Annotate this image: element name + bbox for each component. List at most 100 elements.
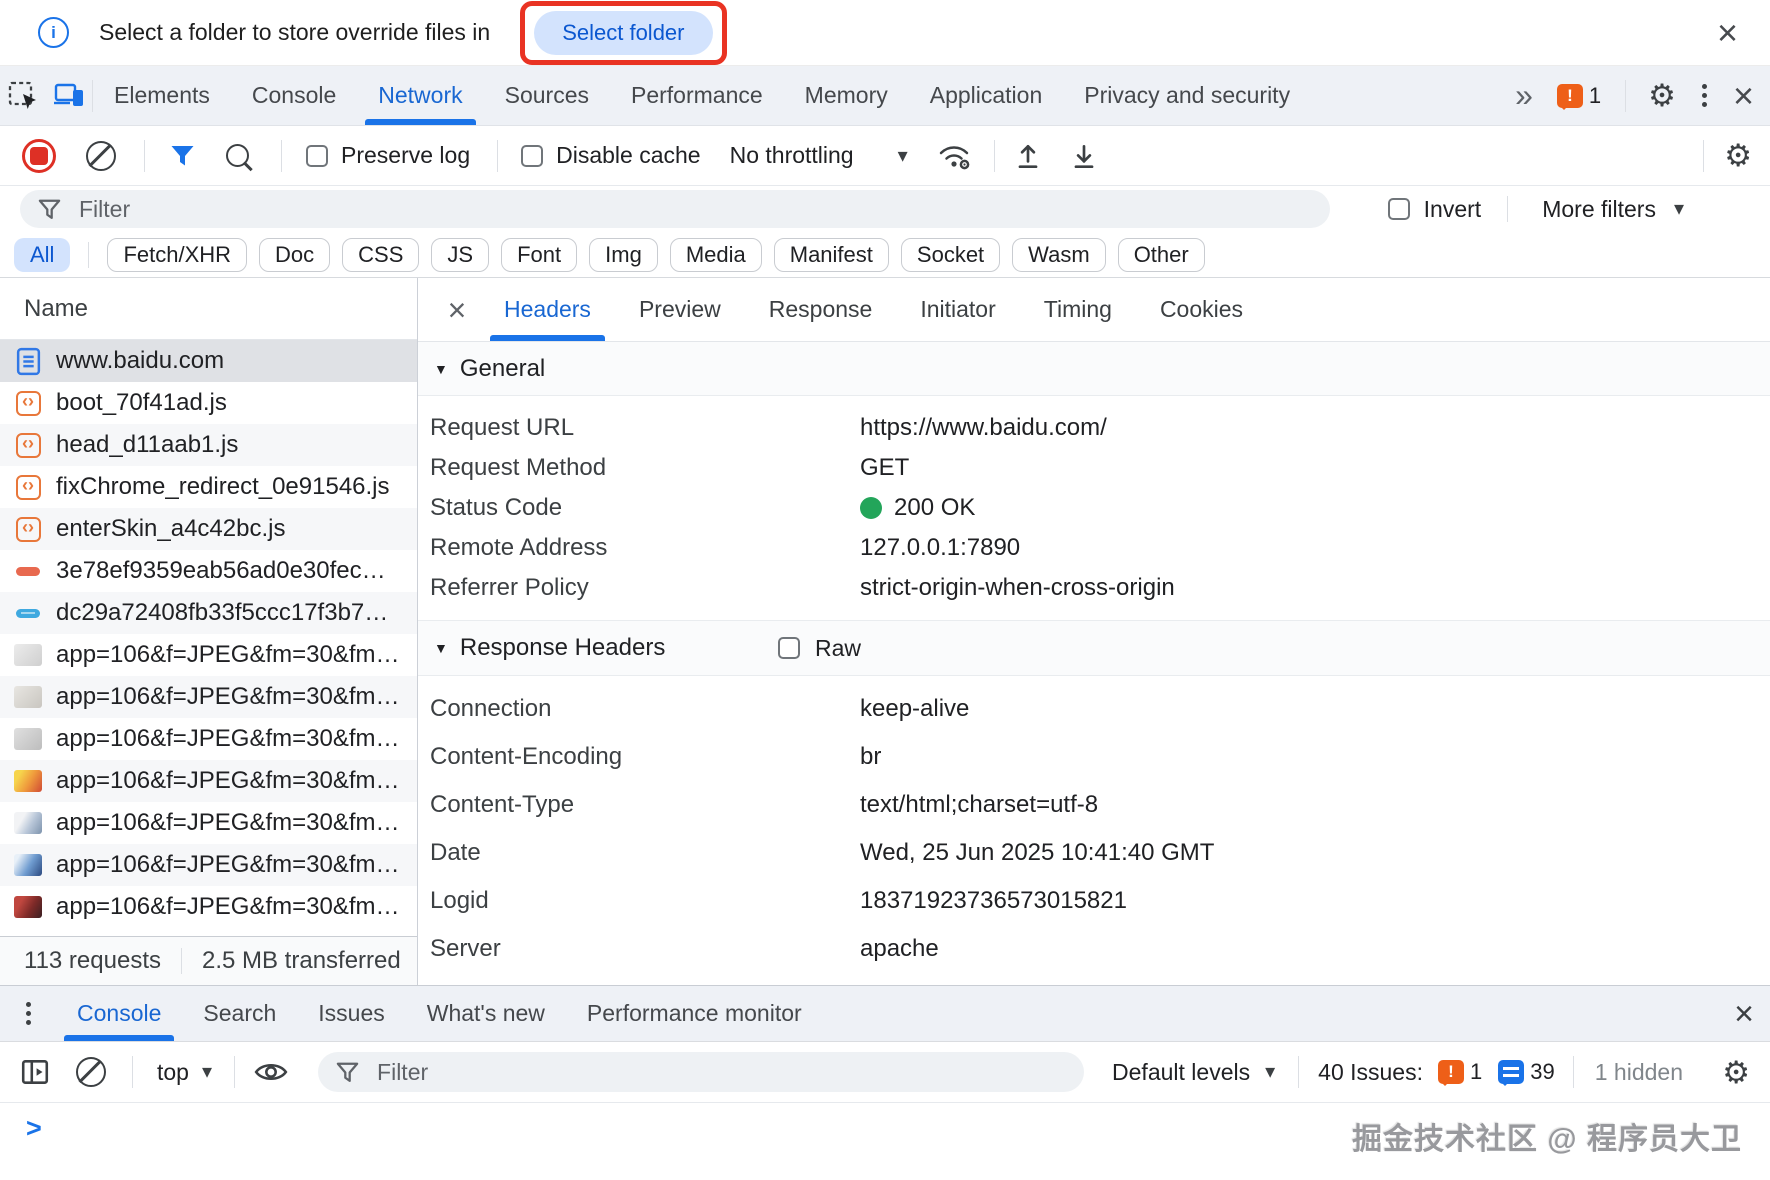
more-filters-caret-icon[interactable]	[1674, 199, 1684, 219]
clear-icon[interactable]	[86, 141, 116, 171]
tab-application[interactable]: Application	[909, 66, 1064, 125]
header-row: Request URL https://www.baidu.com/	[418, 408, 1770, 448]
console-sidebar-icon[interactable]	[20, 1057, 50, 1087]
live-expression-eye-icon[interactable]	[254, 1060, 288, 1084]
table-row[interactable]: app=106&f=JPEG&fm=30&fm…	[0, 886, 417, 928]
console-filter-field[interactable]	[318, 1052, 1084, 1092]
tab-network[interactable]: Network	[357, 66, 483, 125]
table-row[interactable]: boot_70f41ad.js	[0, 382, 417, 424]
throttling-caret-icon[interactable]	[898, 146, 908, 166]
console-settings-gear-icon[interactable]	[1722, 1057, 1750, 1088]
context-selector[interactable]: top	[157, 1059, 189, 1086]
kebab-menu-icon[interactable]	[1702, 93, 1707, 98]
table-row[interactable]: 3e78ef9359eab56ad0e30fec…	[0, 550, 417, 592]
preserve-log-checkbox[interactable]	[306, 145, 328, 167]
tab-response[interactable]: Response	[745, 278, 897, 341]
device-toolbar-icon[interactable]	[46, 66, 92, 125]
issues-message-icon[interactable]	[1498, 1060, 1524, 1084]
issues-warning-icon[interactable]	[1438, 1060, 1464, 1084]
tab-memory[interactable]: Memory	[784, 66, 909, 125]
issues-badge-count[interactable]: 1	[1589, 83, 1601, 109]
inspect-element-icon[interactable]	[0, 66, 46, 125]
table-row[interactable]: head_d11aab1.js	[0, 424, 417, 466]
table-row[interactable]: app=106&f=JPEG&fm=30&fm…	[0, 676, 417, 718]
default-levels-select[interactable]: Default levels	[1112, 1059, 1250, 1086]
tab-timing[interactable]: Timing	[1020, 278, 1136, 341]
chip-fetch-xhr[interactable]: Fetch/XHR	[107, 238, 247, 272]
chip-doc[interactable]: Doc	[259, 238, 330, 272]
network-settings-gear-icon[interactable]	[1724, 140, 1752, 171]
chip-css[interactable]: CSS	[342, 238, 419, 272]
table-row[interactable]: app=106&f=JPEG&fm=30&fm…	[0, 760, 417, 802]
general-section-header[interactable]: General	[418, 342, 1770, 396]
context-caret-icon[interactable]	[202, 1062, 212, 1082]
infobar-close-icon[interactable]	[1717, 15, 1738, 51]
table-row[interactable]: app=106&f=JPEG&fm=30&fm…	[0, 718, 417, 760]
media-file-icon	[14, 609, 42, 618]
header-value: https://www.baidu.com/	[860, 414, 1107, 442]
issues-label[interactable]: 40 Issues:	[1318, 1059, 1423, 1086]
clear-console-icon[interactable]	[76, 1057, 106, 1087]
network-toolbar: Preserve log Disable cache No throttling	[0, 126, 1770, 186]
drawer-tab-issues[interactable]: Issues	[297, 986, 405, 1041]
record-icon[interactable]	[22, 139, 56, 173]
issues-error-count[interactable]: 1	[1470, 1059, 1482, 1085]
disable-cache-checkbox[interactable]	[521, 145, 543, 167]
table-row[interactable]: app=106&f=JPEG&fm=30&fm…	[0, 844, 417, 886]
tab-preview[interactable]: Preview	[615, 278, 745, 341]
more-filters-button[interactable]: More filters	[1542, 196, 1656, 223]
detail-close-icon[interactable]	[434, 294, 480, 326]
table-row[interactable]: dc29a72408fb33f5ccc17f3b7…	[0, 592, 417, 634]
network-filter-input[interactable]	[77, 195, 501, 224]
chip-font[interactable]: Font	[501, 238, 577, 272]
tab-performance[interactable]: Performance	[610, 66, 784, 125]
tab-elements[interactable]: Elements	[93, 66, 231, 125]
tab-console[interactable]: Console	[231, 66, 357, 125]
drawer-kebab-menu-icon[interactable]	[0, 986, 56, 1041]
console-filter-input[interactable]	[375, 1058, 939, 1087]
chip-media[interactable]: Media	[670, 238, 762, 272]
raw-checkbox[interactable]	[778, 637, 800, 659]
chip-wasm[interactable]: Wasm	[1012, 238, 1106, 272]
header-row: Server apache	[418, 925, 1770, 973]
drawer-tab-console[interactable]: Console	[56, 986, 182, 1041]
import-har-icon[interactable]	[1013, 141, 1043, 171]
tab-privacy-security[interactable]: Privacy and security	[1063, 66, 1311, 125]
drawer-tab-whats-new[interactable]: What's new	[406, 986, 566, 1041]
network-filter-field[interactable]	[20, 190, 1330, 228]
tab-sources[interactable]: Sources	[484, 66, 610, 125]
throttling-select[interactable]: No throttling	[730, 142, 854, 169]
issues-warning-icon[interactable]	[1557, 84, 1583, 108]
chip-socket[interactable]: Socket	[901, 238, 1000, 272]
chip-img[interactable]: Img	[589, 238, 658, 272]
invert-checkbox[interactable]	[1388, 198, 1410, 220]
issues-message-count[interactable]: 39	[1530, 1059, 1554, 1085]
divider	[497, 140, 498, 172]
tab-headers[interactable]: Headers	[480, 278, 615, 341]
table-row[interactable]: app=106&f=JPEG&fm=30&fm…	[0, 634, 417, 676]
filter-toggle-icon[interactable]	[169, 144, 196, 168]
table-row[interactable]: app=106&f=JPEG&fm=30&fm…	[0, 802, 417, 844]
tab-cookies[interactable]: Cookies	[1136, 278, 1267, 341]
response-headers-section-header[interactable]: Response Headers Raw	[418, 620, 1770, 676]
table-row[interactable]: www.baidu.com	[0, 340, 417, 382]
devtools-close-icon[interactable]	[1733, 78, 1754, 114]
drawer-tab-search[interactable]: Search	[182, 986, 297, 1041]
levels-caret-icon[interactable]	[1265, 1062, 1275, 1082]
chip-js[interactable]: JS	[431, 238, 489, 272]
more-tabs-icon[interactable]	[1515, 77, 1533, 114]
drawer-tab-performance-monitor[interactable]: Performance monitor	[566, 986, 823, 1041]
select-folder-button[interactable]: Select folder	[534, 11, 712, 55]
chip-other[interactable]: Other	[1118, 238, 1205, 272]
settings-gear-icon[interactable]	[1648, 80, 1676, 111]
search-icon[interactable]	[226, 144, 249, 167]
chip-all[interactable]: All	[14, 238, 70, 272]
network-conditions-icon[interactable]	[936, 141, 972, 171]
tab-initiator[interactable]: Initiator	[896, 278, 1019, 341]
chip-manifest[interactable]: Manifest	[774, 238, 889, 272]
export-har-icon[interactable]	[1069, 141, 1099, 171]
drawer-close-icon[interactable]	[1734, 997, 1754, 1031]
table-row[interactable]: fixChrome_redirect_0e91546.js	[0, 466, 417, 508]
name-column-header[interactable]: Name	[0, 278, 417, 340]
table-row[interactable]: enterSkin_a4c42bc.js	[0, 508, 417, 550]
